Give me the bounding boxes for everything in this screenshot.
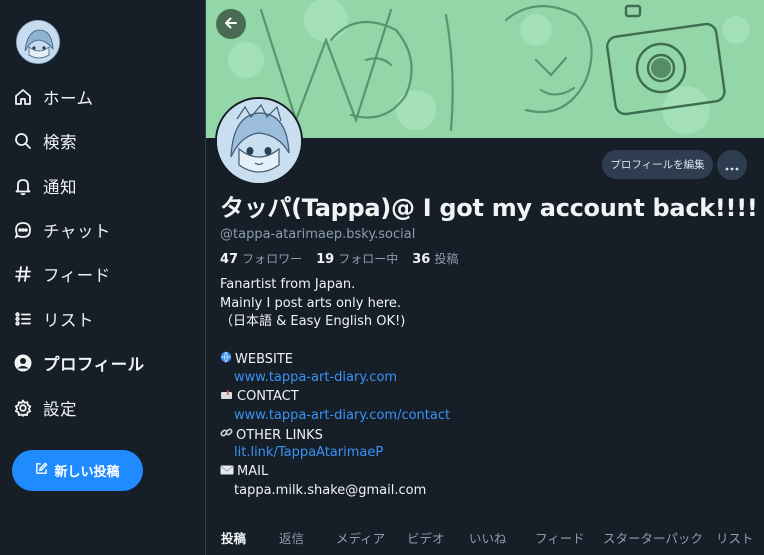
bio-line: （日本語 & Easy English OK!) [220, 314, 406, 330]
followers-count[interactable]: 47 [220, 252, 238, 267]
posts-count: 36 [412, 252, 431, 267]
bio-links-heading: OTHER LINKS [220, 426, 740, 445]
bio-website-heading: WEBSITE [220, 351, 740, 370]
sidebar-item-search[interactable]: 検索 [12, 123, 77, 159]
sidebar-item-label: リスト [43, 311, 94, 330]
sidebar-item-lists[interactable]: リスト [12, 301, 94, 337]
tab-media[interactable]: メディア [336, 520, 385, 547]
profile-bio: Fanartist from Japan. Mainly I post arts… [220, 276, 740, 500]
link-icon [220, 427, 233, 442]
bio-line: Fanartist from Japan. [220, 277, 356, 292]
edit-profile-button[interactable]: プロフィールを編集 [602, 150, 713, 179]
hash-icon [12, 263, 34, 285]
back-button[interactable] [216, 9, 246, 39]
sidebar-item-home[interactable]: ホーム [12, 79, 94, 115]
sidebar-item-profile[interactable]: プロフィール [12, 345, 145, 381]
posts-label: 投稿 [434, 252, 459, 266]
following-label[interactable]: フォロー中 [338, 250, 398, 267]
home-icon [12, 86, 34, 108]
sidebar-item-feeds[interactable]: フィード [12, 256, 111, 292]
sidebar-item-label: プロフィール [43, 355, 145, 374]
tab-starter-packs[interactable]: スターターパック [603, 520, 703, 547]
bell-icon [12, 175, 34, 197]
gear-icon [12, 397, 34, 419]
sidebar-item-label: 通知 [43, 178, 77, 197]
mail-address[interactable]: tappa.milk.shake@gmail.com [220, 482, 740, 501]
followers-label[interactable]: フォロワー [242, 250, 302, 267]
sidebar-item-label: フィード [43, 266, 111, 285]
list-icon [12, 308, 34, 330]
bio-mail-heading: MAIL [220, 463, 740, 482]
mail-label: MAIL [237, 463, 269, 479]
sidebar-item-notifications[interactable]: 通知 [12, 168, 77, 204]
litlink-link[interactable]: lit.link/TappaAtarimaeP [234, 445, 383, 460]
website-link[interactable]: www.tappa-art-diary.com [234, 370, 397, 385]
tab-feeds[interactable]: フィード [535, 520, 585, 547]
avatar-illustration [17, 21, 59, 63]
profile-tabs: 投稿 返信 メディア ビデオ いいね フィード スターターパック リスト [206, 520, 764, 555]
globe-icon [220, 351, 232, 366]
more-options-button[interactable] [717, 150, 747, 180]
display-name: タッパ(Tappa)@ I got my account back!!!! [220, 194, 758, 222]
tab-replies[interactable]: 返信 [279, 520, 304, 547]
sidebar-item-chat[interactable]: チャット [12, 212, 111, 248]
new-post-button[interactable]: 新しい投稿 [12, 450, 143, 491]
profile-main: プロフィールを編集 タッパ(Tappa)@ I got my account b… [205, 0, 764, 555]
mailbox-icon [220, 390, 234, 403]
sidebar: ホーム 検索 通知 チャット フィード リスト プロフィール 設定 新しい投稿 [0, 0, 205, 555]
sidebar-item-label: 設定 [43, 400, 77, 419]
sidebar-avatar[interactable] [16, 20, 60, 64]
tab-videos[interactable]: ビデオ [407, 520, 445, 547]
sidebar-item-settings[interactable]: 設定 [12, 390, 77, 426]
tab-lists[interactable]: リスト [716, 520, 754, 547]
search-icon [12, 130, 34, 152]
arrow-left-icon [224, 15, 238, 34]
contact-label: CONTACT [237, 389, 299, 405]
avatar-illustration [217, 99, 301, 183]
bio-contact-heading: CONTACT [220, 388, 740, 407]
sidebar-item-label: 検索 [43, 133, 77, 152]
new-post-label: 新しい投稿 [54, 465, 120, 480]
ellipsis-icon [725, 156, 739, 175]
tab-posts[interactable]: 投稿 [221, 520, 246, 547]
other-links-label: OTHER LINKS [236, 427, 323, 443]
sidebar-item-label: チャット [43, 222, 111, 241]
sidebar-item-label: ホーム [43, 89, 94, 108]
chat-icon [12, 219, 34, 241]
contact-link[interactable]: www.tappa-art-diary.com/contact [234, 408, 450, 423]
compose-icon [35, 462, 48, 479]
profile-handle: @tappa-atarimaep.bsky.social [220, 227, 416, 242]
profile-avatar[interactable] [215, 97, 303, 185]
bio-line: Mainly I post arts only here. [220, 295, 402, 311]
person-icon [12, 352, 34, 374]
profile-stats: 47 フォロワー 19 フォロー中 36 投稿 [220, 250, 458, 267]
envelope-icon [220, 465, 234, 478]
website-label: WEBSITE [235, 351, 293, 367]
following-count[interactable]: 19 [316, 252, 334, 267]
tab-likes[interactable]: いいね [469, 520, 507, 547]
